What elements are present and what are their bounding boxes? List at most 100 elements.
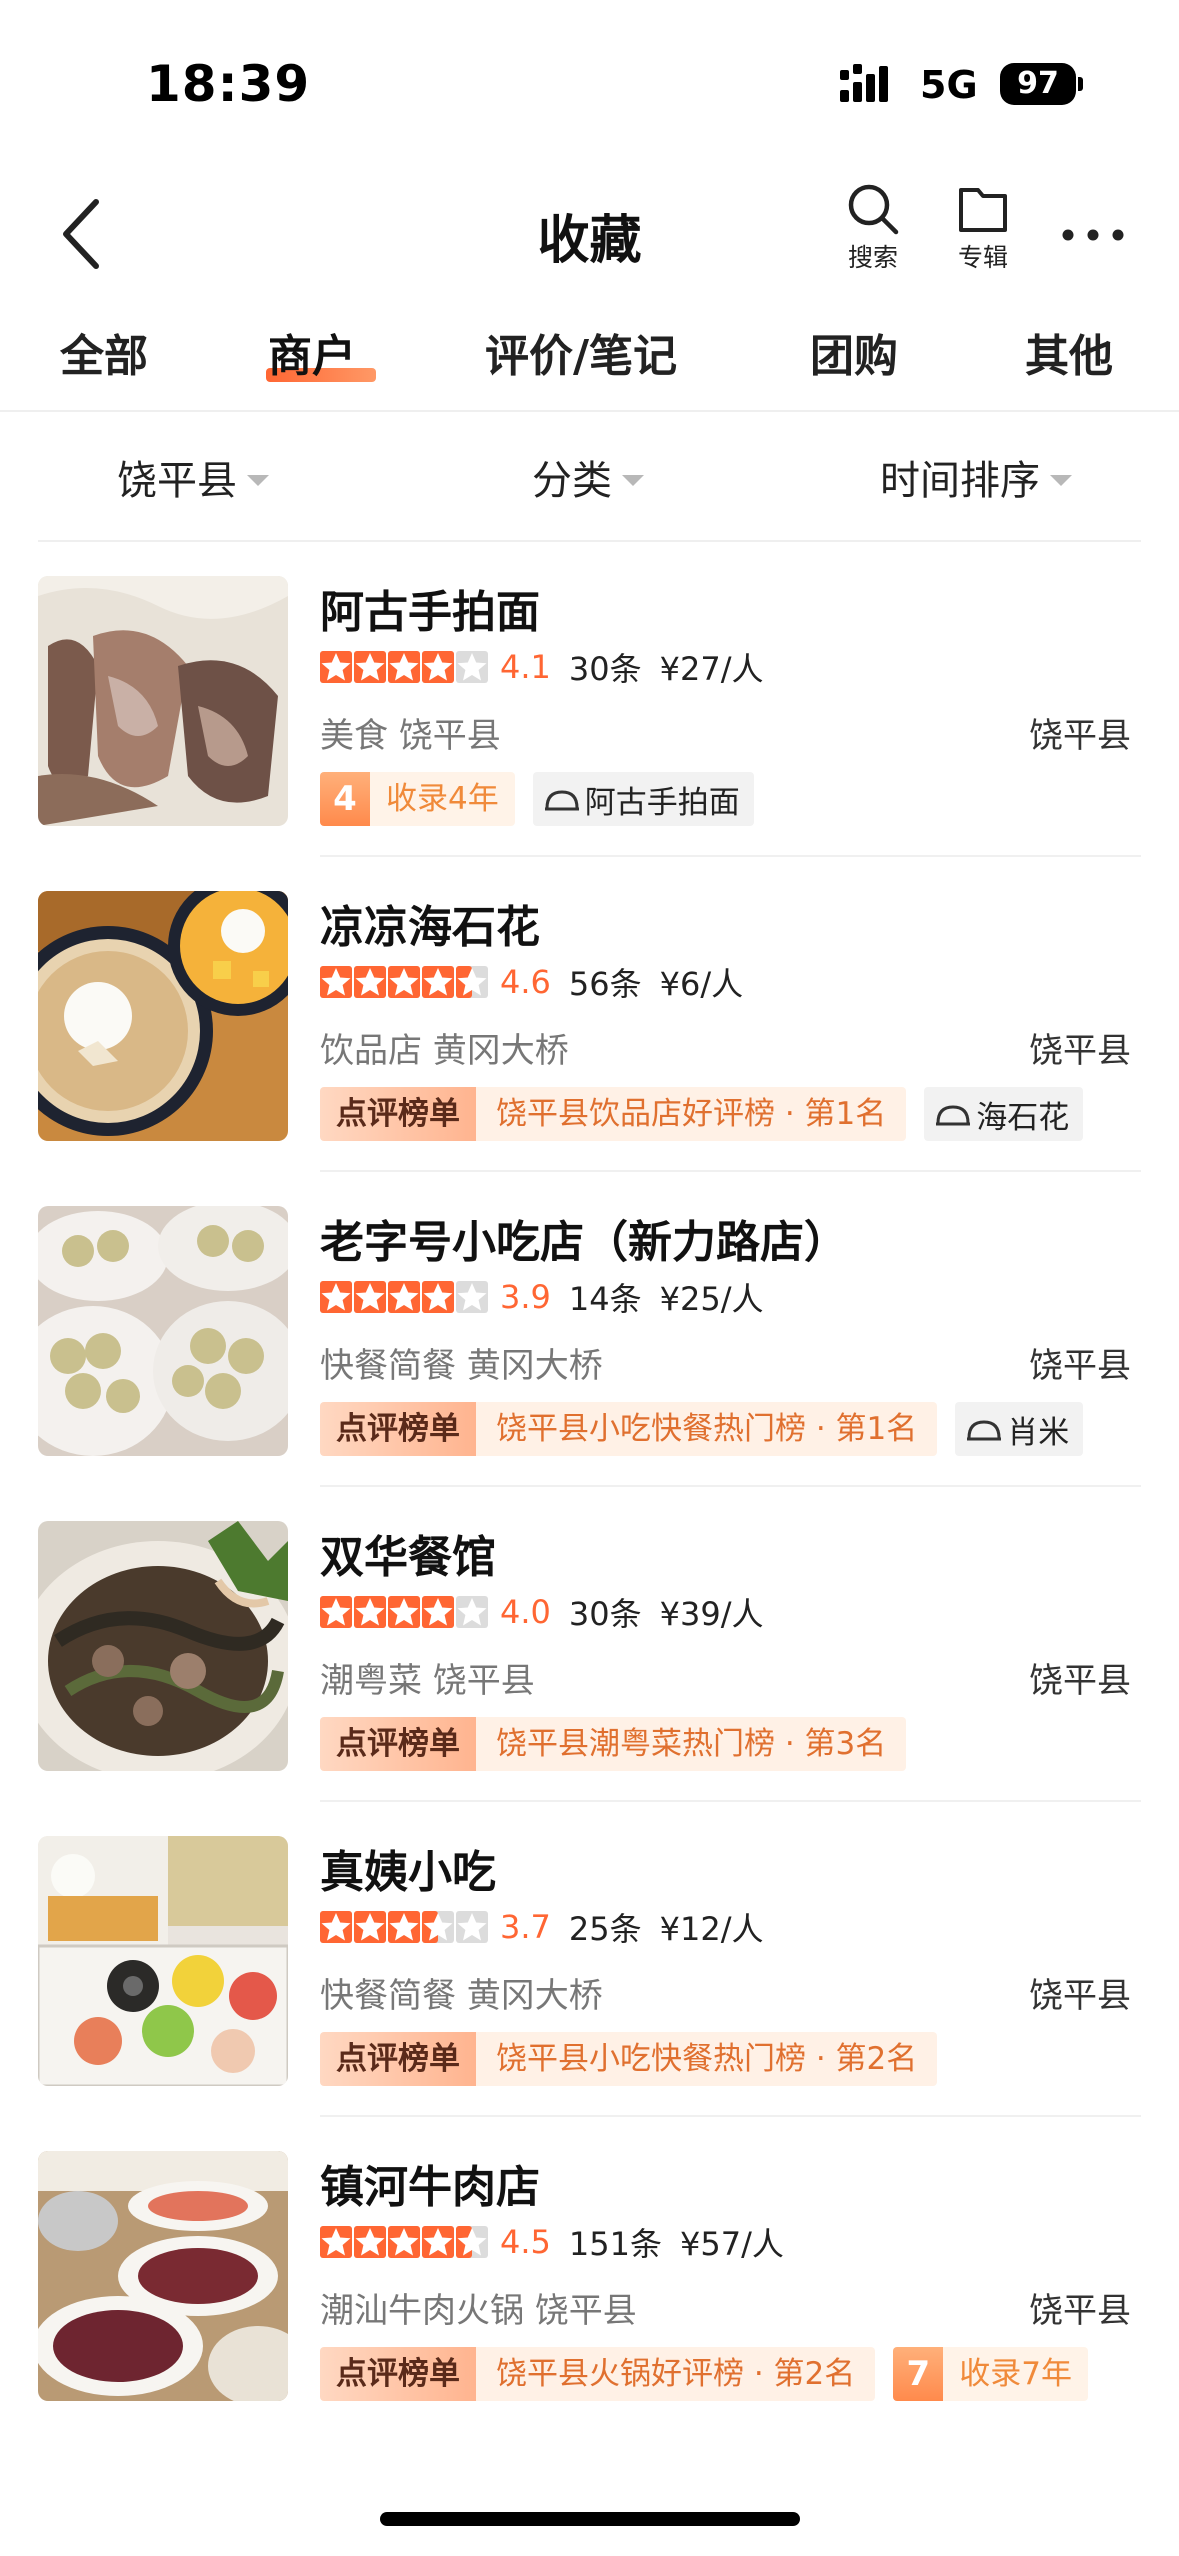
merchant-photo [38,1206,288,1456]
rating-row: 3.9 14条 ¥25/人 [320,1277,764,1318]
merchant-photo [38,891,288,1141]
rating-row: 4.6 56条 ¥6/人 [320,962,743,1003]
star-icon [422,1596,454,1628]
merchant-photo [38,576,288,826]
merchant-category: 美食 饶平县 [320,716,501,756]
star-rating [320,966,488,998]
avg-price: ¥39/人 [659,1595,764,1633]
star-icon [320,2226,352,2258]
star-icon [388,1281,420,1313]
cloche-icon [967,1420,1002,1441]
star-icon [354,1281,386,1313]
caret-down-icon [247,474,269,486]
tab-reviews-notes[interactable]: 评价/笔记 [485,320,677,384]
merchant-region: 饶平县 [1029,716,1131,756]
search-label: 搜索 [847,243,898,272]
rating-score: 4.6 [500,963,551,1001]
merchant-region: 饶平县 [1029,1661,1131,1701]
star-icon [354,1596,386,1628]
tag-row: 点评榜单 饶平县火锅好评榜 · 第2名 7 收录7年 [320,2347,1089,2401]
back-icon[interactable] [58,194,108,274]
region-filter[interactable]: 饶平县 [117,448,269,506]
ranking-logo: 点评榜单 [320,1717,476,1771]
star-icon [354,1911,386,1943]
more-icon[interactable] [1058,220,1128,250]
star-icon [354,2226,386,2258]
tag-row: 点评榜单 饶平县小吃快餐热门榜 · 第2名 [320,2032,938,2086]
merchant-name: 镇河牛肉店 [320,2162,540,2213]
ranking-tag[interactable]: 点评榜单 饶平县饮品店好评榜 · 第1名 [320,1087,907,1141]
rating-score: 3.7 [500,1908,551,1946]
status-time: 18:39 [146,55,311,113]
caret-down-icon [1050,474,1072,486]
category-filter[interactable]: 分类 [532,448,644,506]
star-icon [388,1911,420,1943]
merchant-name: 真姨小吃 [320,1847,496,1898]
star-icon [320,966,352,998]
star-icon [388,651,420,683]
list-item[interactable]: 凉凉海石花 4.6 56条 ¥6/人 饮品店 黄冈大桥 饶平县 点评榜单 饶平县… [0,857,1179,1172]
tag-row: 4 收录4年 阿古手拍面 [320,772,754,826]
review-count: 30条 [568,1595,642,1633]
ranking-logo: 点评榜单 [320,1087,476,1141]
review-count: 14条 [568,1280,642,1318]
collected-years-tag: 7 收录7年 [893,2347,1089,2401]
ranking-tag[interactable]: 点评榜单 饶平县小吃快餐热门榜 · 第1名 [320,1402,938,1456]
years-number: 7 [893,2347,944,2401]
merchant-region: 饶平县 [1029,1976,1131,2016]
cloche-icon [936,1105,971,1126]
dish-name: 阿古手拍面 [584,784,740,821]
ranking-text: 饶平县火锅好评榜 · 第2名 [476,2347,876,2401]
merchant-name: 阿古手拍面 [320,587,540,638]
ranking-tag[interactable]: 点评榜单 饶平县小吃快餐热门榜 · 第2名 [320,2032,938,2086]
tab-group-buy[interactable]: 团购 [810,320,898,384]
list-item[interactable]: 老字号小吃店（新力路店） 3.9 14条 ¥25/人 快餐简餐 黄冈大桥 饶平县… [0,1172,1179,1487]
home-indicator [380,2512,800,2526]
star-icon [456,1281,488,1313]
ranking-logo: 点评榜单 [320,1402,476,1456]
review-count: 151条 [568,2225,662,2263]
search-button[interactable]: 搜索 [828,182,918,274]
star-icon [456,651,488,683]
region-filter-label: 饶平县 [117,458,237,504]
star-icon [354,966,386,998]
dish-tag[interactable]: 肖米 [955,1402,1084,1456]
collected-years-tag: 4 收录4年 [320,772,515,826]
album-label: 专辑 [957,243,1008,272]
dish-tag[interactable]: 海石花 [924,1087,1084,1141]
star-icon [320,1596,352,1628]
rating-row: 4.0 30条 ¥39/人 [320,1592,764,1633]
star-icon [422,651,454,683]
tab-other[interactable]: 其他 [1025,320,1113,384]
ranking-logo: 点评榜单 [320,2347,476,2401]
rating-row: 4.5 151条 ¥57/人 [320,2222,784,2263]
ranking-tag[interactable]: 点评榜单 饶平县潮粤菜热门榜 · 第3名 [320,1717,907,1771]
star-icon [388,966,420,998]
star-icon [320,1281,352,1313]
star-icon [388,1596,420,1628]
merchant-category: 饮品店 黄冈大桥 [320,1031,569,1071]
merchant-region: 饶平县 [1029,1346,1131,1386]
merchant-photo [38,2151,288,2401]
list-item[interactable]: 双华餐馆 4.0 30条 ¥39/人 潮粤菜 饶平县 饶平县 点评榜单 饶平县潮… [0,1487,1179,1802]
dish-tag[interactable]: 阿古手拍面 [532,772,754,826]
ranking-text: 饶平县小吃快餐热门榜 · 第2名 [476,2032,938,2086]
review-count: 30条 [568,650,642,688]
album-button[interactable]: 专辑 [938,182,1028,274]
star-icon [422,1911,454,1943]
review-count: 25条 [568,1910,642,1948]
sort-filter-label: 时间排序 [880,458,1040,504]
sort-filter[interactable]: 时间排序 [880,448,1072,506]
list-item[interactable]: 真姨小吃 3.7 25条 ¥12/人 快餐简餐 黄冈大桥 饶平县 点评榜单 饶平… [0,1802,1179,2117]
list-item[interactable]: 阿古手拍面 4.1 30条 ¥27/人 美食 饶平县 饶平县 4 收录4年 阿古… [0,542,1179,857]
star-rating [320,651,488,683]
star-rating [320,1911,488,1943]
tab-merchants[interactable]: 商户 [268,320,356,384]
tag-row: 点评榜单 饶平县饮品店好评榜 · 第1名 海石花 [320,1087,1084,1141]
tab-all[interactable]: 全部 [60,320,148,384]
folder-icon [959,188,1007,232]
list-item[interactable]: 镇河牛肉店 4.5 151条 ¥57/人 潮汕牛肉火锅 饶平县 饶平县 点评榜单… [0,2117,1179,2432]
ranking-tag[interactable]: 点评榜单 饶平县火锅好评榜 · 第2名 [320,2347,876,2401]
merchant-photo [38,1836,288,2086]
avg-price: ¥25/人 [659,1280,764,1318]
